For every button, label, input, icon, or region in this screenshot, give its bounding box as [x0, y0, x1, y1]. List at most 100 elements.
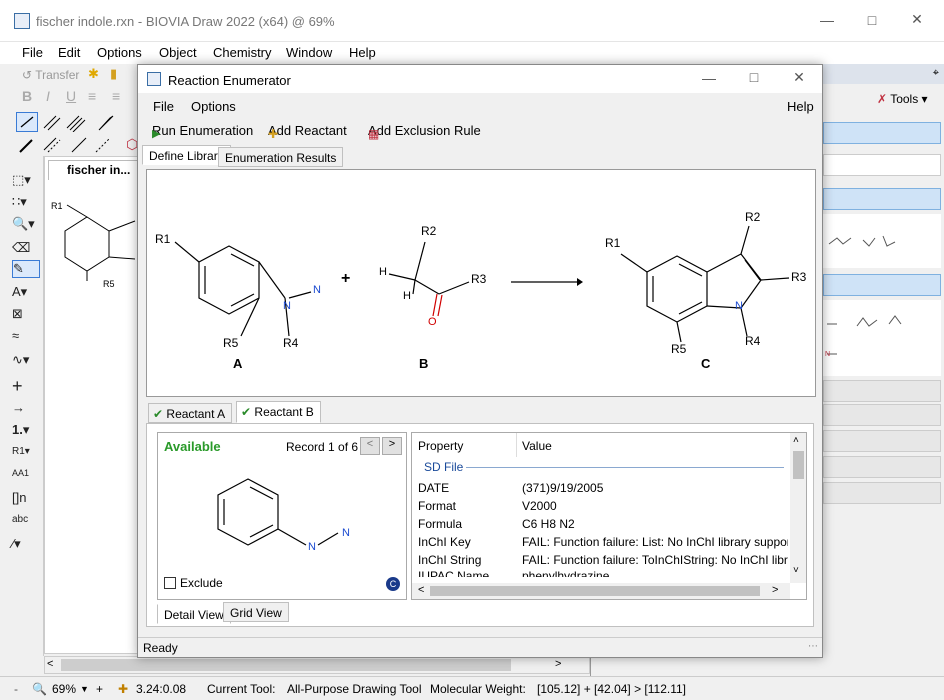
- align-center-icon[interactable]: ≡: [112, 88, 120, 104]
- menu-help[interactable]: Help: [349, 45, 376, 60]
- resize-grip-icon[interactable]: ⋯: [808, 641, 818, 652]
- select-fragment-icon[interactable]: ∷▾: [12, 194, 40, 212]
- reaction-arrow-icon[interactable]: →: [12, 400, 40, 418]
- reaction-center-icon[interactable]: ⊠: [12, 306, 40, 324]
- dialog-menu-options[interactable]: Options: [191, 99, 236, 114]
- dialog-close-icon[interactable]: ✕: [784, 69, 814, 86]
- numbering-icon[interactable]: 1.▾: [12, 422, 40, 440]
- document-tab[interactable]: fischer in...: [48, 160, 138, 180]
- property-name-iupac: IUPAC Name: [418, 569, 490, 577]
- line-tool-icon[interactable]: ∕▾: [12, 536, 40, 554]
- arrow-tool-icon[interactable]: [70, 136, 90, 157]
- reaction-scheme-canvas[interactable]: R1 R5 R4 N N A + R2 H H R3 O B R1 R2 R3 …: [146, 169, 816, 397]
- single-bond-tool-icon[interactable]: [16, 112, 38, 132]
- dialog-maximize-icon[interactable]: □: [739, 69, 769, 85]
- aromatic-bond-tool-icon[interactable]: [42, 136, 62, 157]
- run-enumeration-button[interactable]: ▶ Run Enumeration: [152, 123, 253, 140]
- vertical-scroll-thumb[interactable]: [793, 451, 804, 479]
- minimize-icon[interactable]: —: [812, 12, 842, 28]
- maximize-icon[interactable]: □: [857, 12, 887, 28]
- scroll-left-icon[interactable]: <: [47, 658, 53, 670]
- molecular-weight-value: [105.12] + [42.04] > [112.11]: [537, 682, 687, 696]
- panel-item-5[interactable]: [823, 380, 941, 402]
- prev-record-button[interactable]: <: [360, 437, 380, 455]
- props-scroll-left-icon[interactable]: <: [418, 584, 424, 596]
- underline-icon[interactable]: U: [66, 88, 76, 104]
- scroll-down-icon[interactable]: ˅: [793, 565, 799, 576]
- menu-options[interactable]: Options: [97, 45, 142, 60]
- record-counter: Record 1 of 6: [286, 440, 359, 454]
- draw-tool-icon[interactable]: ✎: [12, 260, 40, 278]
- wedge-bond-tool-icon[interactable]: [96, 114, 116, 135]
- add-exclusion-rule-button[interactable]: ▦ Add Exclusion Rule: [368, 123, 481, 141]
- zoom-icon[interactable]: 🔍▾: [12, 216, 40, 234]
- italic-icon[interactable]: I: [46, 88, 50, 104]
- dialog-minimize-icon[interactable]: —: [694, 70, 724, 86]
- menu-chemistry[interactable]: Chemistry: [213, 45, 272, 60]
- menu-edit[interactable]: Edit: [58, 45, 80, 60]
- panel-item-3[interactable]: [823, 188, 941, 210]
- scrollbar-thumb[interactable]: [61, 659, 511, 671]
- panel-item-7[interactable]: [823, 430, 941, 452]
- scroll-up-icon[interactable]: ˄: [793, 435, 799, 446]
- pin-icon[interactable]: ⌖: [933, 67, 939, 80]
- current-tool-value: All-Purpose Drawing Tool: [287, 682, 422, 696]
- tab-grid-view[interactable]: Grid View: [223, 602, 289, 622]
- zoom-in-button[interactable]: +: [96, 682, 103, 696]
- menu-window[interactable]: Window: [286, 45, 332, 60]
- menu-file[interactable]: File: [22, 45, 43, 60]
- vertical-scrollbar[interactable]: ˄ ˅: [790, 433, 806, 583]
- horizontal-scrollbar[interactable]: < >: [44, 656, 590, 674]
- double-bond-tool-icon[interactable]: [42, 114, 62, 135]
- tools-dropdown[interactable]: ✗ Tools ▾: [877, 92, 928, 106]
- bracket-icon[interactable]: []n: [12, 490, 40, 508]
- scroll-right-icon[interactable]: >: [555, 658, 561, 670]
- atom-text-icon[interactable]: A▾: [12, 284, 40, 302]
- molecular-weight-label: Molecular Weight:: [430, 682, 526, 696]
- tab-enumeration-results[interactable]: Enumeration Results: [218, 147, 344, 167]
- template-previews-2[interactable]: N: [823, 300, 941, 376]
- tab-detail-view[interactable]: Detail View: [157, 604, 231, 624]
- dialog-menu-help[interactable]: Help: [787, 99, 814, 114]
- bg-r5-label: R5: [103, 279, 115, 289]
- panel-item-1[interactable]: [823, 122, 941, 144]
- zoom-out-button[interactable]: -: [14, 682, 18, 696]
- chirality-info-icon[interactable]: C: [386, 577, 400, 591]
- chain-tool-icon[interactable]: ≈: [12, 328, 40, 346]
- props-scroll-thumb[interactable]: [430, 586, 760, 596]
- open-icon[interactable]: ▮: [110, 66, 117, 82]
- template-previews-1[interactable]: [823, 214, 941, 268]
- rgroup-icon[interactable]: R1▾: [12, 446, 40, 464]
- add-reactant-button[interactable]: ✚ Add Reactant: [268, 123, 347, 141]
- select-lasso-icon[interactable]: ⬚▾: [12, 172, 40, 190]
- plus-icon[interactable]: +: [12, 376, 40, 396]
- menu-object[interactable]: Object: [159, 45, 197, 60]
- text-tool-icon[interactable]: abc: [12, 514, 40, 532]
- zoom-level[interactable]: 69%: [52, 682, 76, 696]
- properties-horizontal-scrollbar[interactable]: < >: [412, 583, 790, 599]
- bold-icon[interactable]: B: [22, 88, 32, 104]
- panel-item-9[interactable]: [823, 482, 941, 504]
- eraser-icon[interactable]: ⌫: [12, 240, 40, 258]
- atom-atom-map-icon[interactable]: AA1: [12, 468, 40, 486]
- wavy-bond-icon[interactable]: ∿▾: [12, 352, 40, 370]
- dashed-bond-tool-icon[interactable]: [94, 136, 114, 157]
- dialog-menu-file[interactable]: File: [153, 99, 174, 114]
- tab-reactant-a[interactable]: ✔ Reactant A: [148, 403, 233, 423]
- panel-item-6[interactable]: [823, 404, 941, 426]
- props-scroll-right-icon[interactable]: >: [772, 584, 778, 596]
- exclude-checkbox[interactable]: [164, 577, 176, 589]
- next-record-button[interactable]: >: [382, 437, 402, 455]
- atom-label-c-n: N: [735, 300, 743, 312]
- transfer-button[interactable]: ↺ Transfer: [22, 68, 79, 82]
- new-icon[interactable]: ✱: [88, 66, 99, 82]
- panel-item-4[interactable]: [823, 274, 941, 296]
- zoom-dropdown-icon[interactable]: ▼: [80, 684, 89, 694]
- panel-item-2[interactable]: [823, 154, 941, 176]
- align-left-icon[interactable]: ≡: [88, 88, 96, 104]
- tab-reactant-b[interactable]: ✔ Reactant B: [236, 401, 321, 423]
- triple-bond-tool-icon[interactable]: [66, 114, 86, 135]
- bold-bond-tool-icon[interactable]: [18, 136, 38, 157]
- close-icon[interactable]: ✕: [902, 11, 932, 28]
- panel-item-8[interactable]: [823, 456, 941, 478]
